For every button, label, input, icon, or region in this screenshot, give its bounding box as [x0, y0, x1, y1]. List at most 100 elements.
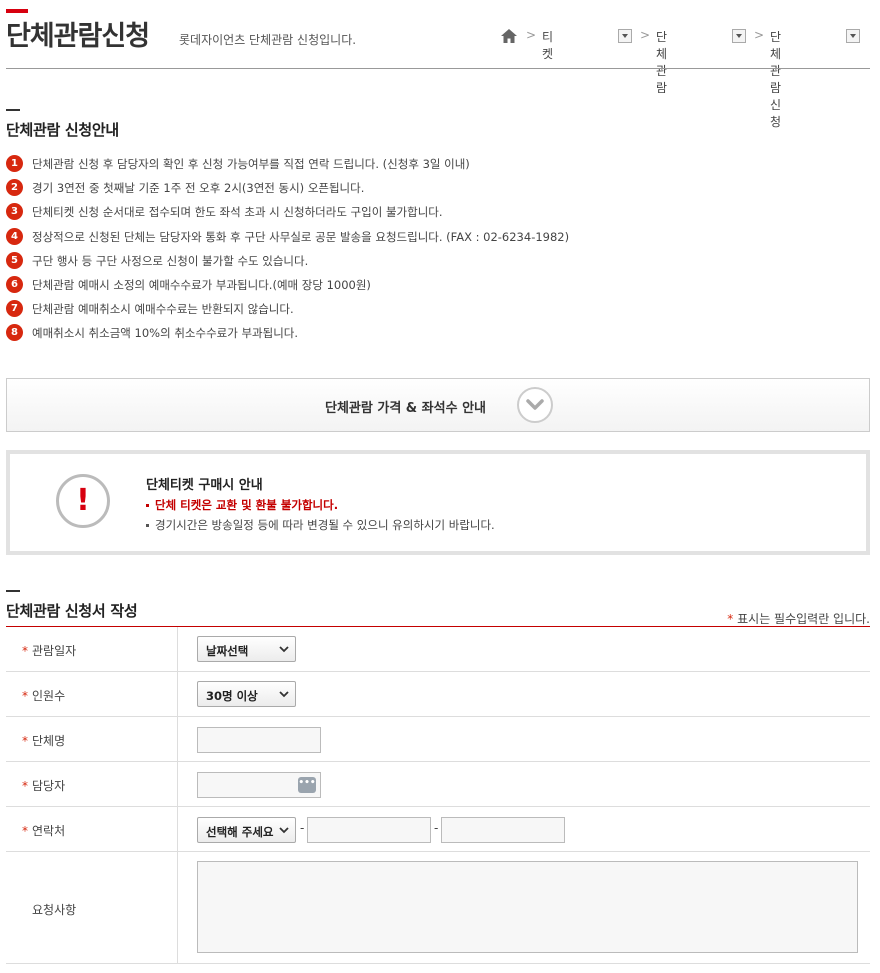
- notice-info: 경기시간은 방송일정 등에 따라 변경될 수 있으니 유의하시기 바랍니다.: [146, 517, 495, 533]
- list-item: 4 정상적으로 신청된 단체는 담당자와 통화 후 구단 사무실로 공문 발송을…: [6, 228, 866, 246]
- date-select[interactable]: 날짜선택: [197, 636, 296, 662]
- number-badge: 5: [6, 252, 23, 269]
- guide-text: 단체관람 예매시 소정의 예매수수료가 부과됩니다.(예매 장당 1000원): [32, 278, 371, 292]
- chevron-down-icon: [279, 827, 289, 834]
- phone-separator: -: [300, 821, 305, 835]
- form-row-date: * 관람일자 날짜선택: [6, 627, 870, 672]
- home-icon[interactable]: [500, 28, 518, 44]
- notice-warning: 단체 티켓은 교환 및 환불 불가합니다.: [146, 497, 338, 513]
- number-badge: 3: [6, 203, 23, 220]
- guide-text: 단체관람 예매취소시 예매수수료는 반환되지 않습니다.: [32, 302, 294, 316]
- list-item: 2 경기 3연전 중 첫째날 기준 1주 전 오후 2시(3연전 동시) 오픈됩…: [6, 179, 866, 197]
- exclamation-icon: !: [56, 474, 110, 528]
- required-star: *: [727, 612, 734, 626]
- breadcrumb-item-group[interactable]: 단체관람: [656, 28, 667, 96]
- notice-title: 단체티켓 구매시 안내: [146, 478, 263, 493]
- date-select-value: 날짜선택: [206, 644, 249, 658]
- notice-box: ! 단체티켓 구매시 안내 단체 티켓은 교환 및 환불 불가합니다. 경기시간…: [6, 450, 870, 555]
- form-label: 요청사항: [32, 903, 77, 917]
- phone-separator: -: [434, 821, 439, 835]
- group-name-input[interactable]: [197, 727, 321, 753]
- form-row-group-name: * 단체명: [6, 717, 870, 762]
- section-mark: [6, 590, 20, 592]
- form-label: * 단체명: [22, 732, 65, 749]
- guide-text: 정상적으로 신청된 단체는 담당자와 통화 후 구단 사무실로 공문 발송을 요…: [32, 230, 570, 244]
- form-label-cell: * 담당자: [6, 762, 178, 806]
- number-badge: 4: [6, 228, 23, 245]
- required-star: *: [22, 734, 28, 748]
- required-note: * 표시는 필수입력란 입니다.: [727, 610, 870, 627]
- required-star: *: [22, 644, 28, 658]
- form-label-text: 인원수: [32, 689, 66, 703]
- guide-text: 예매취소시 취소금액 10%의 취소수수료가 부과됩니다.: [32, 326, 299, 340]
- breadcrumb-item-apply[interactable]: 단체관람신청: [770, 28, 781, 130]
- number-badge: 1: [6, 155, 23, 172]
- page-title: 단체관람신청: [6, 21, 150, 52]
- page-subtitle: 롯데자이언츠 단체관람 신청입니다.: [179, 33, 357, 47]
- form-label-text: 단체명: [32, 734, 66, 748]
- count-select-value: 30명 이상: [206, 689, 258, 703]
- form-label-text: 연락처: [32, 824, 66, 838]
- guide-title: 단체관람 신청안내: [6, 121, 119, 139]
- header-divider: [6, 68, 870, 69]
- list-item: 7 단체관람 예매취소시 예매수수료는 반환되지 않습니다.: [6, 300, 866, 318]
- title-accent-bar: [6, 9, 28, 13]
- form-label-cell: * 연락처: [6, 807, 178, 851]
- list-item: 1 단체관람 신청 후 담당자의 확인 후 신청 가능여부를 직접 연락 드립니…: [6, 155, 866, 173]
- form-label: * 관람일자: [22, 642, 76, 659]
- form-label-cell: * 관람일자: [6, 627, 178, 671]
- form-label: * 인원수: [22, 687, 65, 704]
- count-select[interactable]: 30명 이상: [197, 681, 296, 707]
- form-label-text: 담당자: [32, 779, 66, 793]
- list-item: 8 예매취소시 취소금액 10%의 취소수수료가 부과됩니다.: [6, 324, 866, 342]
- phone-middle-input[interactable]: [307, 817, 431, 843]
- required-star: *: [22, 779, 28, 793]
- form-row-count: * 인원수 30명 이상: [6, 672, 870, 717]
- more-options-icon[interactable]: •••: [298, 777, 316, 793]
- list-item: 6 단체관람 예매시 소정의 예매수수료가 부과됩니다.(예매 장당 1000원…: [6, 276, 866, 294]
- form-row-contact: * 연락처 선택해 주세요 - -: [6, 807, 870, 852]
- breadcrumb-separator: >: [526, 28, 537, 42]
- form-label-cell: 요청사항: [6, 852, 178, 963]
- required-note-text: 표시는 필수입력란 입니다.: [737, 612, 870, 626]
- number-badge: 2: [6, 179, 23, 196]
- number-badge: 7: [6, 300, 23, 317]
- manager-input[interactable]: •••: [197, 772, 321, 798]
- form-label: * 담당자: [22, 777, 65, 794]
- phone-last-input[interactable]: [441, 817, 565, 843]
- form-label: * 연락처: [22, 822, 65, 839]
- form-label-cell: * 인원수: [6, 672, 178, 716]
- number-badge: 8: [6, 324, 23, 341]
- guide-text: 단체관람 신청 후 담당자의 확인 후 신청 가능여부를 직접 연락 드립니다.…: [32, 157, 470, 171]
- phone-prefix-value: 선택해 주세요: [206, 825, 274, 839]
- form-row-request: 요청사항: [6, 852, 870, 964]
- breadcrumb-dropdown-apply[interactable]: [846, 29, 860, 43]
- section-mark: [6, 109, 20, 111]
- guide-text: 단체티켓 신청 순서대로 접수되며 한도 좌석 초과 시 신청하더라도 구입이 …: [32, 205, 443, 219]
- breadcrumb-separator: >: [754, 28, 765, 42]
- request-textarea[interactable]: [197, 861, 858, 953]
- chevron-down-icon: [279, 691, 289, 698]
- list-item: 5 구단 행사 등 구단 사정으로 신청이 불가할 수도 있습니다.: [6, 252, 866, 270]
- form-label-cell: * 단체명: [6, 717, 178, 761]
- breadcrumb-separator: >: [640, 28, 651, 42]
- guide-text: 경기 3연전 중 첫째날 기준 1주 전 오후 2시(3연전 동시) 오픈됩니다…: [32, 181, 365, 195]
- form-label-text: 관람일자: [32, 644, 77, 658]
- price-info-label: 단체관람 가격 & 좌석수 안내: [325, 401, 487, 416]
- chevron-down-icon: [279, 646, 289, 653]
- notice-warning-text: 단체 티켓은 교환 및 환불 불가합니다.: [155, 498, 339, 512]
- breadcrumb-item-ticket[interactable]: 티켓: [542, 28, 553, 62]
- required-star: *: [22, 689, 28, 703]
- breadcrumb-dropdown-ticket[interactable]: [618, 29, 632, 43]
- price-info-toggle[interactable]: 단체관람 가격 & 좌석수 안내: [6, 378, 870, 432]
- phone-prefix-select[interactable]: 선택해 주세요: [197, 817, 296, 843]
- form-row-manager: * 담당자 •••: [6, 762, 870, 807]
- form-title: 단체관람 신청서 작성: [6, 602, 138, 620]
- list-item: 3 단체티켓 신청 순서대로 접수되며 한도 좌석 초과 시 신청하더라도 구입…: [6, 203, 866, 221]
- notice-info-text: 경기시간은 방송일정 등에 따라 변경될 수 있으니 유의하시기 바랍니다.: [155, 518, 495, 532]
- number-badge: 6: [6, 276, 23, 293]
- breadcrumb-dropdown-group[interactable]: [732, 29, 746, 43]
- required-star: *: [22, 824, 28, 838]
- guide-text: 구단 행사 등 구단 사정으로 신청이 불가할 수도 있습니다.: [32, 254, 309, 268]
- chevron-down-icon[interactable]: [517, 387, 553, 423]
